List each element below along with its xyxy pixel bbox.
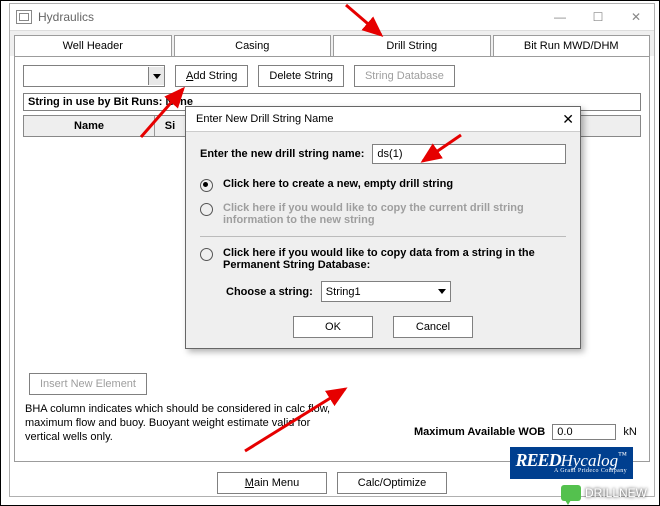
radio-copy-current-label: Click here if you would like to copy the… xyxy=(223,202,566,226)
string-database-button[interactable]: String Database xyxy=(354,65,455,87)
choose-label: Choose a string: xyxy=(226,286,313,298)
calc-optimize-button[interactable]: Calc/Optimize xyxy=(337,472,447,494)
string-combo[interactable] xyxy=(23,65,165,87)
chevron-down-icon xyxy=(148,67,164,85)
tab-casing[interactable]: Casing xyxy=(174,35,332,56)
bha-note: BHA column indicates which should be con… xyxy=(25,403,345,444)
window-title: Hydraulics xyxy=(38,10,94,24)
brand-logo: REEDHycalog™ A Grant Prideco Company xyxy=(510,447,633,479)
tab-drill-string[interactable]: Drill String xyxy=(333,35,491,56)
cancel-button[interactable]: Cancel xyxy=(393,316,473,338)
ok-button[interactable]: OK xyxy=(293,316,373,338)
minimize-button[interactable]: — xyxy=(548,10,572,24)
tab-bit-run[interactable]: Bit Run MWD/DHM xyxy=(493,35,651,56)
maximize-button[interactable]: ☐ xyxy=(586,10,610,24)
chevron-down-icon xyxy=(438,289,446,294)
close-button[interactable]: ✕ xyxy=(624,10,648,24)
delete-string-button[interactable]: Delete String xyxy=(258,65,344,87)
wob-value[interactable]: 0.0 xyxy=(552,424,616,440)
radio-copy-db-label: Click here if you would like to copy dat… xyxy=(223,247,566,271)
chat-icon xyxy=(561,485,581,501)
new-string-dialog: Enter New Drill String Name ✕ Enter the … xyxy=(185,106,581,349)
choose-string-combo[interactable]: String1 xyxy=(321,281,451,302)
titlebar: Hydraulics — ☐ ✕ xyxy=(10,4,654,31)
tab-well-header[interactable]: Well Header xyxy=(14,35,172,56)
app-icon xyxy=(16,10,32,24)
radio-copy-current[interactable] xyxy=(200,203,213,216)
radio-copy-db[interactable] xyxy=(200,248,213,261)
tab-bar: Well Header Casing Drill String Bit Run … xyxy=(10,31,654,56)
string-name-input[interactable] xyxy=(372,144,566,164)
radio-new-empty-label: Click here to create a new, empty drill … xyxy=(223,178,453,192)
col-si: Si xyxy=(155,116,186,136)
dialog-titlebar: Enter New Drill String Name ✕ xyxy=(186,107,580,132)
name-label: Enter the new drill string name: xyxy=(200,148,364,160)
radio-new-empty[interactable] xyxy=(200,179,213,192)
dialog-close-button[interactable]: ✕ xyxy=(562,111,574,128)
watermark: DRILLNEW xyxy=(561,485,647,501)
col-name: Name xyxy=(24,116,155,136)
main-menu-button[interactable]: Main Menu xyxy=(217,472,327,494)
insert-element-button[interactable]: Insert New Element xyxy=(29,373,147,395)
dialog-title: Enter New Drill String Name xyxy=(196,113,334,125)
add-string-button[interactable]: Add String xyxy=(175,65,248,87)
wob-row: Maximum Available WOB 0.0 kN xyxy=(414,424,637,440)
